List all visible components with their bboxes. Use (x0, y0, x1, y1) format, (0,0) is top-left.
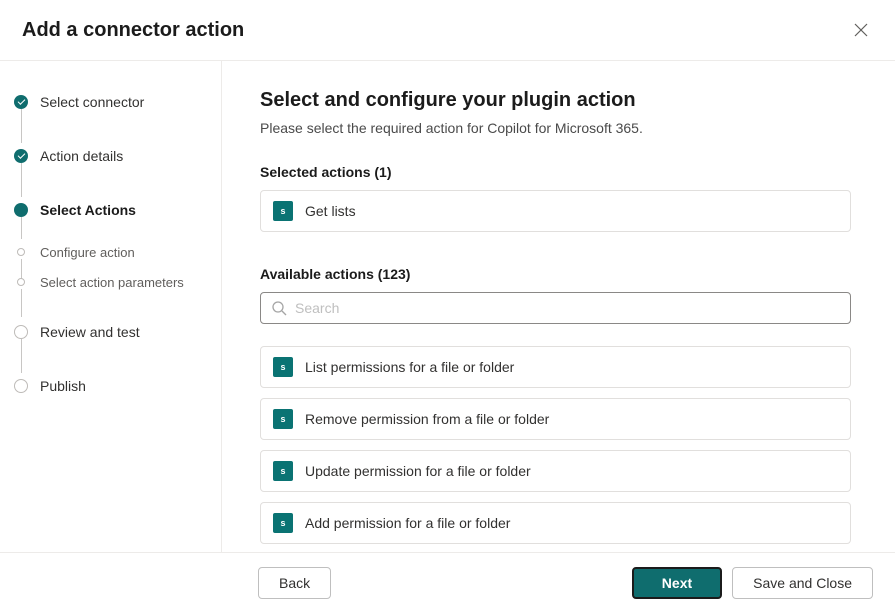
main-title: Select and configure your plugin action (260, 89, 851, 112)
action-name: Add permission for a file or folder (305, 515, 510, 531)
step-pending-icon (14, 379, 28, 393)
step-connector (21, 109, 22, 143)
action-name: Update permission for a file or folder (305, 463, 531, 479)
step-publish[interactable]: Publish (14, 375, 221, 397)
back-button[interactable]: Back (258, 567, 331, 599)
search-box[interactable] (260, 292, 851, 324)
sharepoint-icon: s (273, 513, 293, 533)
footer-right-group: Next Save and Close (632, 567, 873, 599)
step-label: Select Actions (40, 202, 136, 218)
step-pending-icon (14, 325, 28, 339)
available-action-item[interactable]: s List permissions for a file or folder (260, 346, 851, 388)
step-pending-icon (17, 248, 25, 256)
step-action-details[interactable]: Action details (14, 145, 221, 167)
step-label: Review and test (40, 324, 140, 340)
available-action-item[interactable]: s Update permission for a file or folder (260, 450, 851, 492)
step-pending-icon (17, 278, 25, 286)
main-subtitle: Please select the required action for Co… (260, 120, 851, 136)
save-close-button[interactable]: Save and Close (732, 567, 873, 599)
sharepoint-icon: s (273, 357, 293, 377)
step-connector (21, 217, 22, 239)
step-label: Publish (40, 378, 86, 394)
dialog-title: Add a connector action (22, 19, 244, 42)
sharepoint-icon: s (273, 461, 293, 481)
sharepoint-icon: s (273, 409, 293, 429)
step-connector (21, 289, 22, 317)
search-input[interactable] (295, 300, 840, 316)
step-select-connector[interactable]: Select connector (14, 91, 221, 113)
step-current-icon (14, 203, 28, 217)
wizard-sidebar: Select connector Action details Select A… (0, 61, 222, 553)
action-name: List permissions for a file or folder (305, 359, 514, 375)
sharepoint-icon: s (273, 201, 293, 221)
next-button[interactable]: Next (632, 567, 722, 599)
available-actions-label: Available actions (123) (260, 266, 851, 282)
step-done-icon (14, 149, 28, 163)
action-name: Get lists (305, 203, 356, 219)
dialog-body: Select connector Action details Select A… (0, 61, 895, 553)
step-configure-action[interactable]: Configure action (14, 241, 221, 263)
close-icon (854, 23, 868, 37)
selected-action-item[interactable]: s Get lists (260, 190, 851, 232)
step-connector (21, 163, 22, 197)
available-action-item[interactable]: s Remove permission from a file or folde… (260, 398, 851, 440)
dialog-header: Add a connector action (0, 0, 895, 61)
step-select-parameters[interactable]: Select action parameters (14, 271, 221, 293)
dialog-footer: Back Next Save and Close (0, 552, 895, 612)
step-label: Action details (40, 148, 123, 164)
action-name: Remove permission from a file or folder (305, 411, 549, 427)
search-icon (271, 300, 287, 316)
step-label: Select action parameters (40, 275, 184, 290)
selected-actions-label: Selected actions (1) (260, 164, 851, 180)
step-label: Select connector (40, 94, 144, 110)
available-action-item[interactable]: s Add permission for a file or folder (260, 502, 851, 544)
main-panel: Select and configure your plugin action … (222, 61, 895, 553)
step-label: Configure action (40, 245, 135, 260)
step-select-actions[interactable]: Select Actions (14, 199, 221, 221)
step-done-icon (14, 95, 28, 109)
close-button[interactable] (849, 18, 873, 42)
step-review-test[interactable]: Review and test (14, 321, 221, 343)
step-connector (21, 339, 22, 373)
